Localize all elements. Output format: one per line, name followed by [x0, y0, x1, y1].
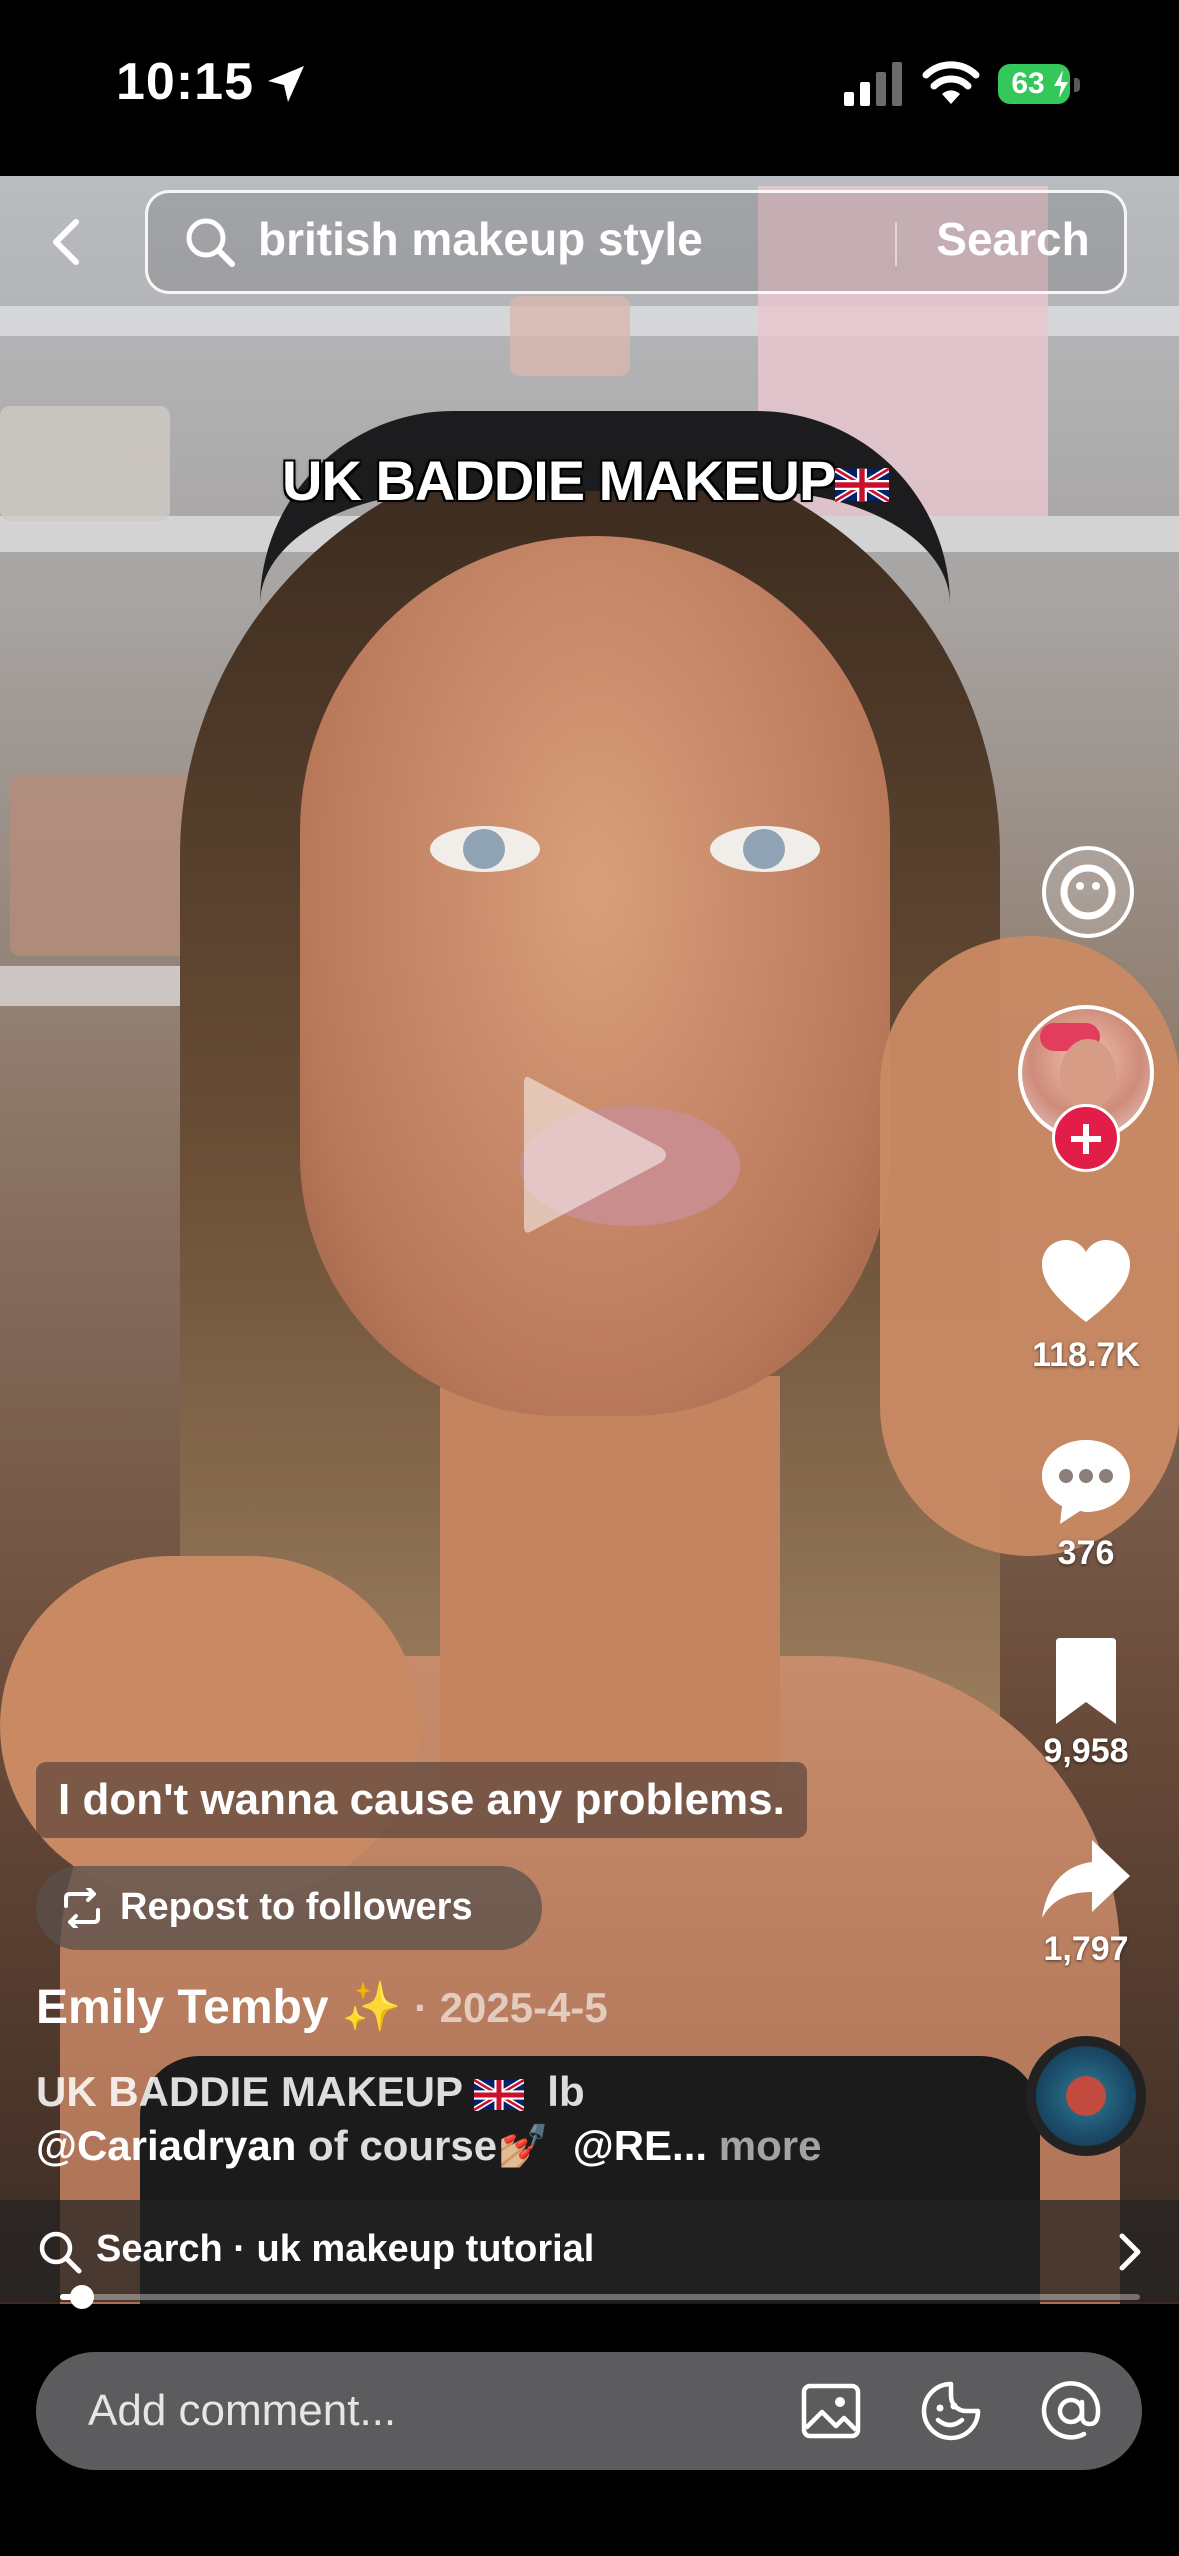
- nail-polish-icon: 💅🏼: [497, 2122, 550, 2169]
- emoji-icon[interactable]: [920, 2380, 982, 2442]
- comment-bubble-icon[interactable]: [1040, 1436, 1132, 1528]
- music-disc-center: [1066, 2076, 1106, 2116]
- video-overlay-title: UK BADDIE MAKEUP: [282, 448, 890, 513]
- more-link[interactable]: more: [719, 2122, 822, 2169]
- image-icon[interactable]: [800, 2380, 862, 2442]
- search-icon: [186, 218, 235, 267]
- description-text: of course: [296, 2122, 498, 2169]
- bookmark-icon[interactable]: [1040, 1636, 1132, 1728]
- post-date: · 2025-4-5: [414, 1984, 608, 2031]
- description-title: UK BADDIE MAKEUP: [36, 2068, 463, 2115]
- search-button[interactable]: Search: [928, 212, 1098, 266]
- play-icon[interactable]: [520, 1070, 670, 1240]
- share-arrow-icon[interactable]: [1040, 1834, 1132, 1926]
- share-count: 1,797: [1043, 1930, 1129, 1968]
- heart-icon[interactable]: [1040, 1238, 1132, 1330]
- video-progress-bar[interactable]: [60, 2285, 1140, 2309]
- overlay-title-text: UK BADDIE MAKEUP: [282, 449, 836, 512]
- progress-handle[interactable]: [69, 2285, 94, 2309]
- description-suffix: lb: [547, 2068, 585, 2115]
- at-icon[interactable]: [1040, 2380, 1102, 2442]
- mention-link[interactable]: @RE...: [573, 2122, 707, 2169]
- search-query[interactable]: british makeup style: [258, 212, 703, 266]
- comment-input[interactable]: Add comment...: [88, 2386, 396, 2436]
- battery-icon: 63: [998, 64, 1080, 104]
- search-icon: [39, 2231, 82, 2274]
- uk-flag-icon: [835, 468, 890, 503]
- sparkle-icon: ✨: [328, 1981, 402, 2034]
- wifi-icon: [922, 61, 980, 104]
- author-name[interactable]: Emily Temby ✨: [36, 1978, 402, 2035]
- uk-flag-icon: [473, 2078, 524, 2111]
- search-divider: [895, 222, 897, 266]
- signal-icon: [844, 62, 902, 106]
- location-arrow-icon: [268, 66, 304, 102]
- author-name-text[interactable]: Emily Temby: [36, 1981, 329, 2034]
- mention-link[interactable]: @Cariadryan: [36, 2122, 296, 2169]
- comment-count: 376: [1057, 1534, 1115, 1572]
- description-line-2: @Cariadryan of course💅🏼 @RE... more: [36, 2122, 821, 2171]
- related-search-label[interactable]: Search · uk makeup tutorial: [96, 2228, 594, 2271]
- battery-level: 63: [1011, 67, 1045, 100]
- save-count: 9,958: [1043, 1732, 1129, 1770]
- filter-face-icon[interactable]: [1036, 840, 1140, 944]
- like-count: 118.7K: [1032, 1336, 1140, 1374]
- back-chevron-icon[interactable]: [40, 214, 96, 270]
- video-subtitle: I don't wanna cause any problems.: [36, 1762, 807, 1838]
- follow-button[interactable]: [1052, 1104, 1120, 1172]
- chevron-right-icon[interactable]: [1112, 2230, 1148, 2274]
- description-line-1: UK BADDIE MAKEUP lb: [36, 2068, 585, 2116]
- status-time: 10:15: [116, 53, 254, 111]
- repost-icon: [64, 1888, 100, 1928]
- repost-label: Repost to followers: [120, 1886, 473, 1928]
